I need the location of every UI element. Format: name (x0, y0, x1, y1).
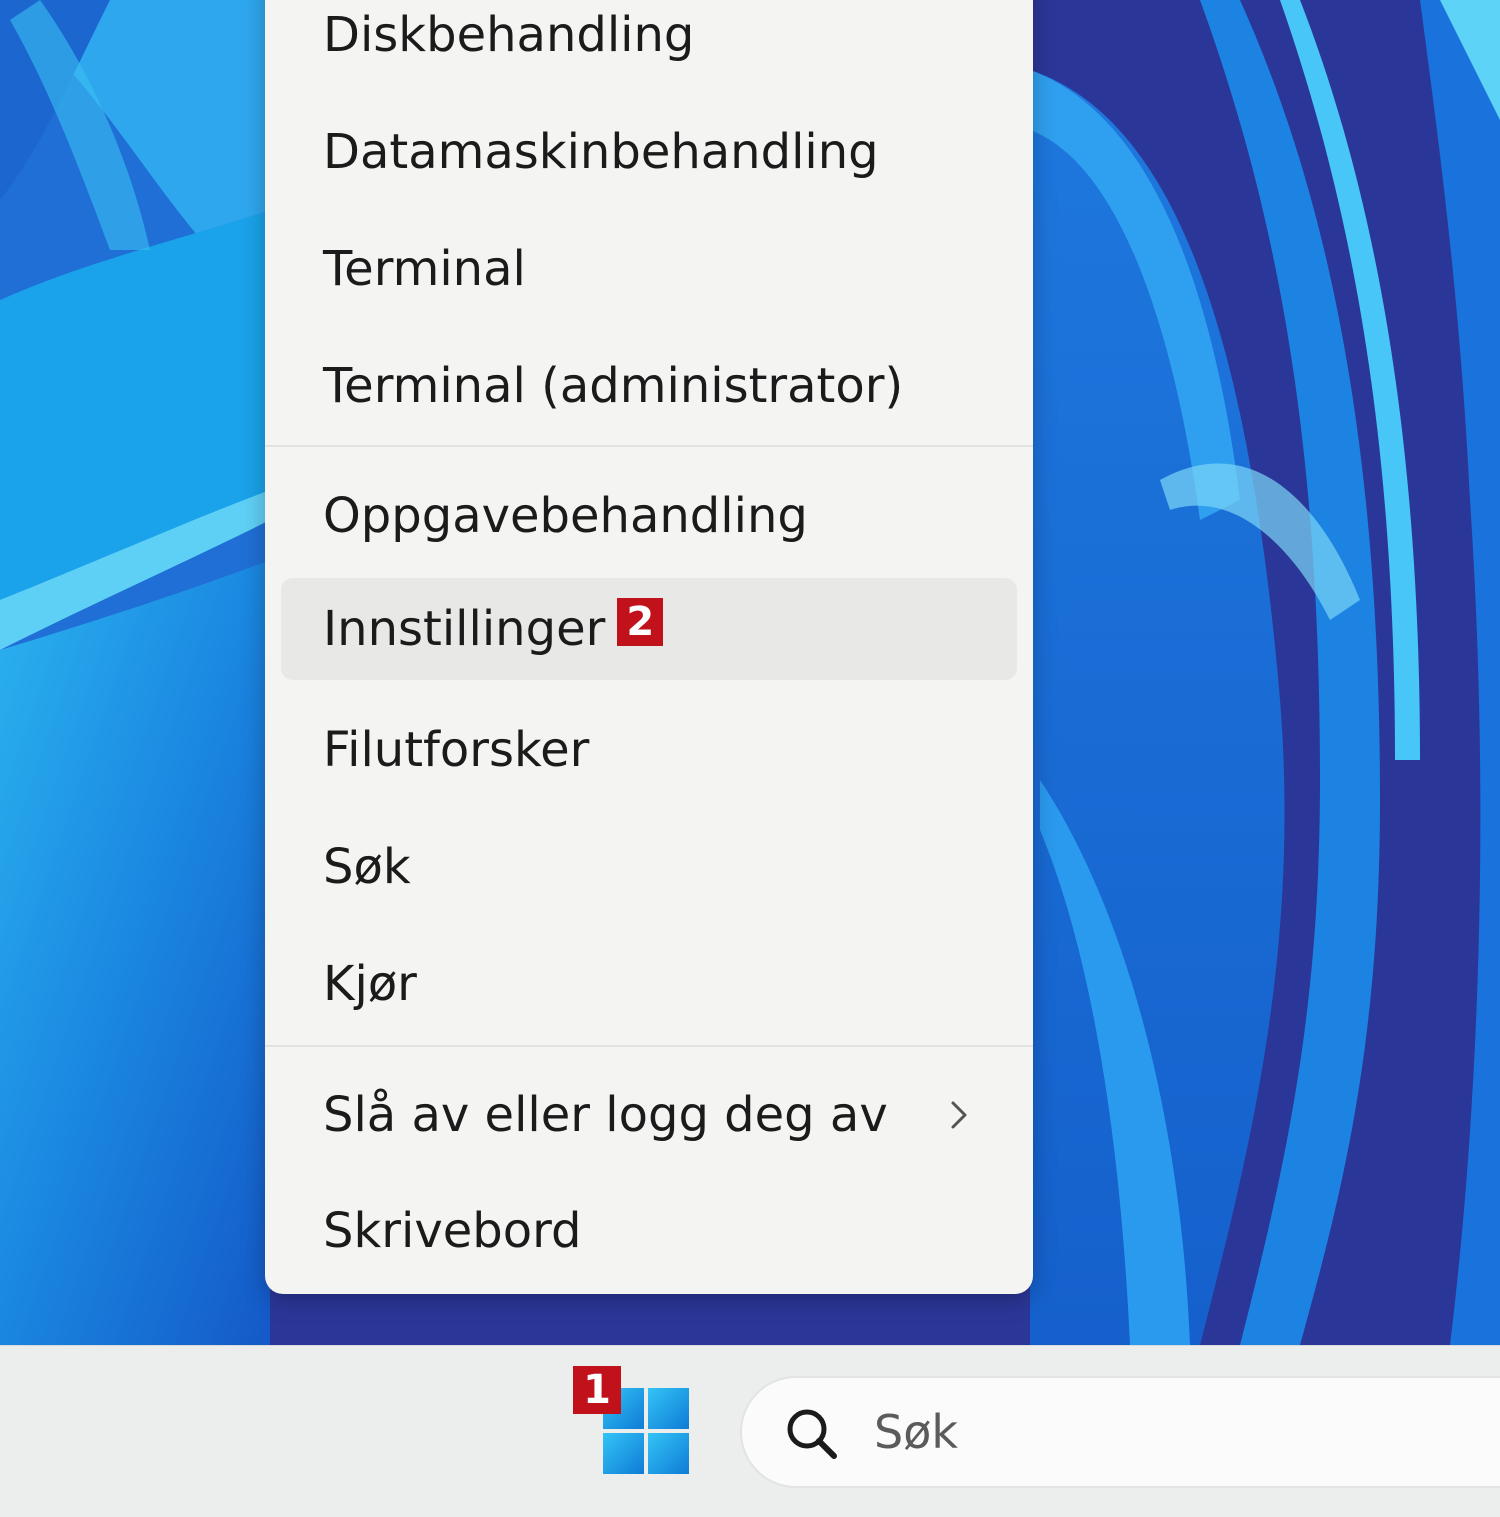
menu-item-skrivebord[interactable]: Skrivebord (281, 1180, 1017, 1282)
menu-item-sla-av-eller-logg-av[interactable]: Slå av eller logg deg av (281, 1064, 1017, 1166)
desktop-screen: Diskbehandling Datamaskinbehandling Term… (0, 0, 1500, 1517)
menu-item-sok[interactable]: Søk (281, 816, 1017, 918)
menu-item-innstillinger[interactable]: Innstillinger 2 (281, 578, 1017, 680)
menu-separator (265, 1045, 1033, 1047)
search-placeholder: Søk (874, 1405, 958, 1459)
menu-item-label: Oppgavebehandling (323, 488, 808, 544)
menu-item-label: Søk (323, 839, 411, 895)
menu-item-terminal-administrator[interactable]: Terminal (administrator) (281, 335, 1017, 437)
menu-item-label: Terminal (administrator) (323, 358, 904, 414)
menu-item-label: Innstillinger (323, 601, 606, 657)
taskbar: 1 Søk (0, 1345, 1500, 1517)
taskbar-search-box[interactable]: Søk (740, 1376, 1500, 1488)
menu-item-kjor[interactable]: Kjør (281, 933, 1017, 1035)
chevron-right-icon (951, 1101, 967, 1129)
menu-item-label: Datamaskinbehandling (323, 124, 879, 180)
menu-item-terminal[interactable]: Terminal (281, 218, 1017, 320)
menu-item-label: Terminal (323, 241, 526, 297)
step-badge: 2 (617, 598, 664, 646)
menu-item-label: Filutforsker (323, 722, 590, 778)
step-badge: 1 (573, 1366, 621, 1414)
menu-item-oppgavebehandling[interactable]: Oppgavebehandling (281, 465, 1017, 567)
menu-separator (265, 445, 1033, 447)
menu-item-filutforsker[interactable]: Filutforsker (281, 699, 1017, 801)
menu-item-diskbehandling[interactable]: Diskbehandling (281, 0, 1017, 86)
search-icon (787, 1409, 837, 1459)
menu-item-label: Skrivebord (323, 1203, 582, 1259)
menu-item-datamaskinbehandling[interactable]: Datamaskinbehandling (281, 101, 1017, 203)
menu-item-label: Diskbehandling (323, 7, 695, 63)
menu-item-label: Slå av eller logg deg av (323, 1087, 888, 1143)
start-context-menu: Diskbehandling Datamaskinbehandling Term… (265, 0, 1033, 1294)
menu-item-label: Kjør (323, 956, 417, 1012)
